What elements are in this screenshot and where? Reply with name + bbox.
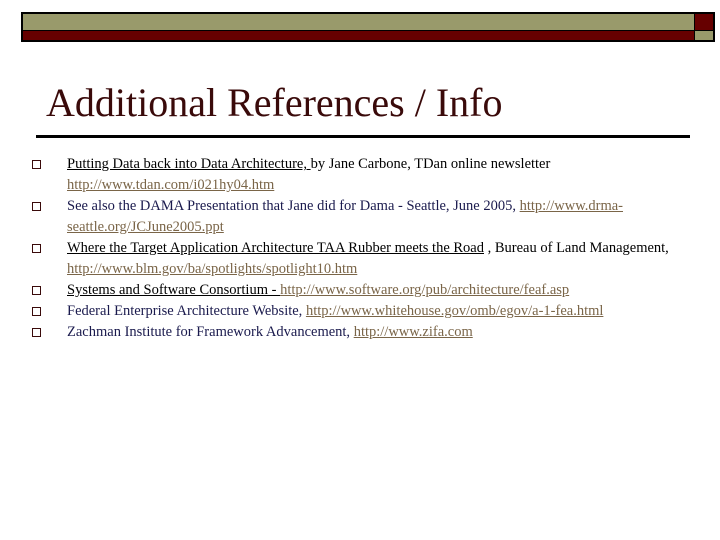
list-item: Zachman Institute for Framework Advancem… [30,322,690,343]
reference-text: Federal Enterprise Architecture Website, [67,303,306,319]
reference-text: Zachman Institute for Framework Advancem… [67,324,354,340]
list-item: See also the DAMA Presentation that Jane… [30,196,690,238]
slide-title: Additional References / Info [46,80,503,125]
square-bullet-icon [32,328,41,337]
square-bullet-icon [32,307,41,316]
list-item: Federal Enterprise Architecture Website,… [30,301,690,322]
header-bar-maroon [21,30,697,42]
list-item: Where the Target Application Architectur… [30,238,690,280]
list-item: Putting Data back into Data Architecture… [30,154,690,196]
reference-text: See also the DAMA Presentation that Jane… [67,198,520,214]
reference-url-link[interactable]: http://www.software.org/pub/architecture… [280,282,569,298]
reference-url-link[interactable]: http://www.zifa.com [354,324,473,340]
square-bullet-icon [32,202,41,211]
reference-text: by Jane Carbone, TDan online newsletter [310,156,551,172]
reference-url-link[interactable]: http://www.tdan.com/i021hy04.htm [67,177,274,193]
reference-url-link[interactable]: http://www.blm.gov/ba/spotlights/spotlig… [67,261,357,277]
reference-title-link[interactable]: Systems and Software Consortium - [67,282,280,298]
square-bullet-icon [32,286,41,295]
reference-url-link[interactable]: http://www.whitehouse.gov/omb/egov/a-1-f… [306,303,603,319]
reference-text: , Bureau of Land Management, [484,240,669,256]
header-bar-olive [21,12,697,31]
reference-title-link[interactable]: Where the Target Application Architectur… [67,240,484,256]
square-bullet-icon [32,244,41,253]
title-divider [36,135,690,138]
square-bullet-icon [32,160,41,169]
header-square-olive [694,30,715,42]
reference-list: Putting Data back into Data Architecture… [30,154,690,343]
header-square-maroon [694,12,715,31]
reference-title-link[interactable]: Putting Data back into Data Architecture… [67,156,311,172]
list-item: Systems and Software Consortium - http:/… [30,280,690,301]
